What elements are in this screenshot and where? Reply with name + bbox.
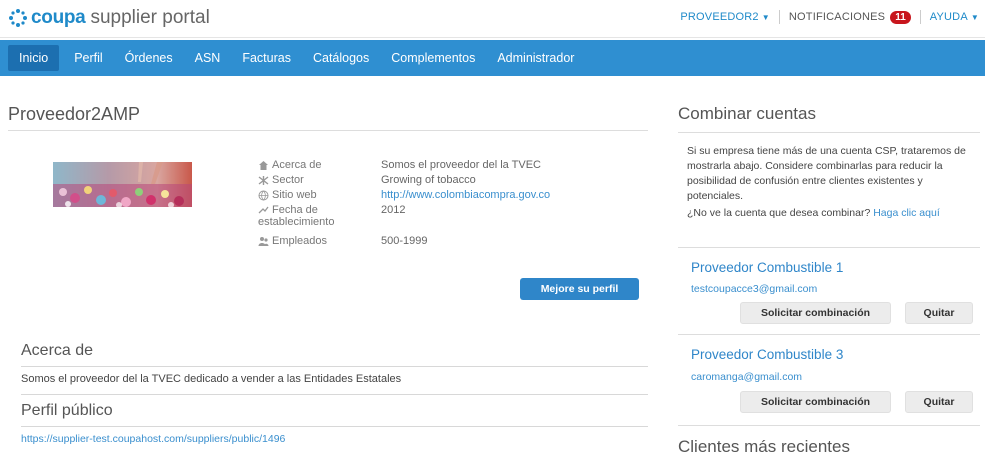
request-combination-button-3[interactable]: Solicitar combinación xyxy=(740,391,891,413)
divider xyxy=(21,426,648,427)
remove-button-3[interactable]: Quitar xyxy=(905,391,973,413)
coupa-logo-icon xyxy=(9,9,27,27)
info-row-employees: Empleados 500-1999 xyxy=(258,235,428,247)
logo-brand-text: coupa xyxy=(31,7,86,28)
nav-item-administrador[interactable]: Administrador xyxy=(486,45,585,71)
nav-item-ordenes[interactable]: Órdenes xyxy=(114,45,184,71)
sector-icon xyxy=(258,176,269,185)
combine-question-text: ¿No ve la cuenta que desea combinar? xyxy=(687,207,871,219)
public-profile-link[interactable]: https://supplier-test.coupahost.com/supp… xyxy=(21,433,285,445)
chevron-down-icon: ▼ xyxy=(761,13,770,22)
top-bar: coupa supplier portal PROVEEDOR2 ▼ NOTIFI… xyxy=(0,0,985,38)
divider xyxy=(21,394,648,395)
divider xyxy=(8,130,648,131)
info-label-sector: Sector xyxy=(272,174,304,186)
calendar-icon xyxy=(258,206,269,214)
recent-customers-title: Clientes más recientes xyxy=(678,437,850,456)
account-name-3[interactable]: Proveedor Combustible 3 xyxy=(691,347,843,362)
info-label-established-line2: establecimiento xyxy=(258,216,335,228)
remove-button-1[interactable]: Quitar xyxy=(905,302,973,324)
info-row-about: Acerca de Somos el proveedor del la TVEC xyxy=(258,159,541,171)
nav-item-inicio[interactable]: Inicio xyxy=(8,45,60,71)
user-menu-label: PROVEEDOR2 xyxy=(680,11,759,23)
candy-photo-illustration xyxy=(53,162,192,207)
info-label-about: Acerca de xyxy=(272,159,322,171)
coupa-logo[interactable]: coupa supplier portal xyxy=(8,7,210,29)
help-menu[interactable]: AYUDA ▼ xyxy=(930,11,979,23)
globe-icon xyxy=(258,190,269,201)
people-icon xyxy=(258,237,269,246)
divider xyxy=(678,334,980,335)
info-value-employees: 500-1999 xyxy=(381,235,428,247)
divider xyxy=(778,10,780,24)
info-label-employees: Empleados xyxy=(272,235,328,247)
combine-click-here-link[interactable]: Haga clic aquí xyxy=(873,207,940,219)
info-row-sector: Sector Growing of tobacco xyxy=(258,174,476,186)
about-section-title: Acerca de xyxy=(21,342,94,359)
account-email-1: testcoupacce3@gmail.com xyxy=(691,283,818,295)
info-value-sector: Growing of tobacco xyxy=(381,174,476,186)
divider xyxy=(678,132,980,133)
divider xyxy=(678,247,980,248)
chevron-down-icon: ▼ xyxy=(970,13,979,22)
main-content: Proveedor2AMP Acerca de Somos el proveed… xyxy=(0,76,655,463)
main-nav: Inicio Perfil Órdenes ASN Facturas Catál… xyxy=(0,40,985,76)
page-title: Proveedor2AMP xyxy=(8,104,141,124)
logo-portal-text: supplier portal xyxy=(90,7,210,28)
combine-accounts-title: Combinar cuentas xyxy=(678,104,816,123)
notifications-badge: 11 xyxy=(890,10,911,24)
nav-item-facturas[interactable]: Facturas xyxy=(231,45,302,71)
about-text: Somos el proveedor del la TVEC dedicado … xyxy=(21,373,402,385)
nav-item-asn[interactable]: ASN xyxy=(184,45,232,71)
info-label-website: Sitio web xyxy=(272,189,317,201)
notifications-menu[interactable]: NOTIFICACIONES 11 xyxy=(788,10,911,24)
nav-item-complementos[interactable]: Complementos xyxy=(380,45,486,71)
combine-description: Si su empresa tiene más de una cuenta CS… xyxy=(687,145,966,202)
info-row-website: Sitio web http://www.colombiacompra.gov.… xyxy=(258,189,550,201)
top-right-menu: PROVEEDOR2 ▼ NOTIFICACIONES 11 AYUDA ▼ xyxy=(680,10,979,24)
improve-profile-button[interactable]: Mejore su perfil xyxy=(520,278,639,300)
divider xyxy=(678,425,980,426)
nav-item-catalogos[interactable]: Catálogos xyxy=(302,45,380,71)
divider xyxy=(919,10,921,24)
notifications-label: NOTIFICACIONES xyxy=(788,10,886,23)
info-value-about: Somos el proveedor del la TVEC xyxy=(381,159,541,171)
account-name-1[interactable]: Proveedor Combustible 1 xyxy=(691,260,843,275)
info-label-established-line1: Fecha de xyxy=(272,204,318,216)
request-combination-button-1[interactable]: Solicitar combinación xyxy=(740,302,891,324)
combine-question: ¿No ve la cuenta que desea combinar? Hag… xyxy=(687,206,967,220)
website-link[interactable]: http://www.colombiacompra.gov.co xyxy=(381,189,550,201)
info-row-established: Fecha de establecimiento 2012 xyxy=(258,204,405,228)
home-icon xyxy=(259,161,268,170)
help-menu-label: AYUDA xyxy=(929,11,968,23)
combine-accounts-panel: Combinar cuentas Si su empresa tiene más… xyxy=(678,76,985,463)
user-menu[interactable]: PROVEEDOR2 ▼ xyxy=(680,11,770,23)
public-profile-title: Perfil público xyxy=(21,402,113,419)
account-email-3: caromanga@gmail.com xyxy=(691,371,803,383)
info-value-established: 2012 xyxy=(381,204,406,216)
nav-item-perfil[interactable]: Perfil xyxy=(63,45,113,71)
divider xyxy=(21,366,648,367)
profile-image xyxy=(53,162,192,207)
